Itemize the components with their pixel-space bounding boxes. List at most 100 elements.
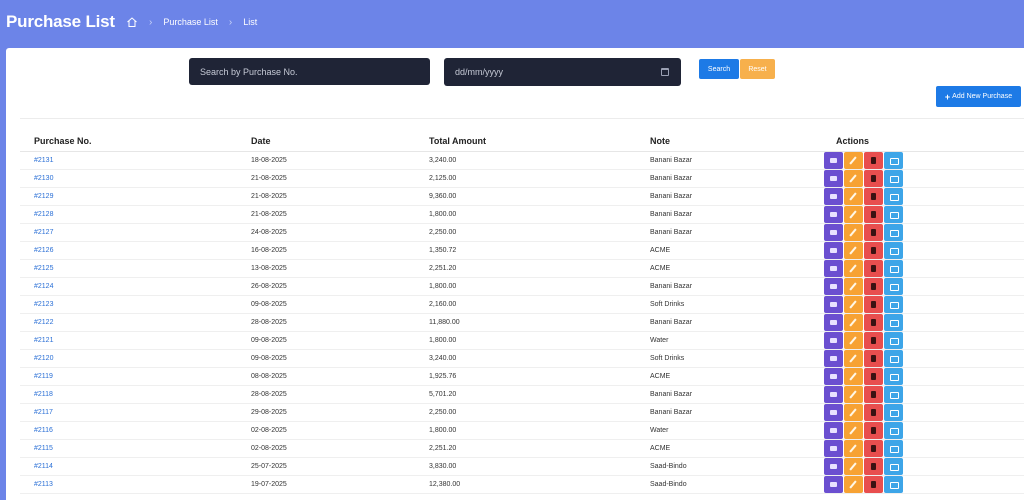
edit-icon[interactable]: [844, 313, 863, 331]
delete-icon[interactable]: [864, 457, 883, 475]
purchase-no-link[interactable]: #2116: [34, 427, 53, 434]
breadcrumb-item-purchase-list[interactable]: Purchase List: [163, 17, 218, 27]
purchase-no-link[interactable]: #2115: [34, 445, 53, 452]
print-icon[interactable]: [884, 421, 903, 439]
edit-icon[interactable]: [844, 277, 863, 295]
edit-icon[interactable]: [844, 169, 863, 187]
delete-icon[interactable]: [864, 169, 883, 187]
purchase-no-link[interactable]: #2130: [34, 175, 53, 182]
print-icon[interactable]: [884, 457, 903, 475]
view-icon[interactable]: [824, 205, 843, 223]
edit-icon[interactable]: [844, 331, 863, 349]
edit-icon[interactable]: [844, 367, 863, 385]
purchase-no-link[interactable]: #2113: [34, 481, 53, 488]
search-input[interactable]: [189, 58, 430, 85]
view-icon[interactable]: [824, 277, 843, 295]
print-icon[interactable]: [884, 439, 903, 457]
purchase-no-link[interactable]: #2122: [34, 319, 53, 326]
view-icon[interactable]: [824, 295, 843, 313]
print-icon[interactable]: [884, 205, 903, 223]
delete-icon[interactable]: [864, 331, 883, 349]
print-icon[interactable]: [884, 277, 903, 295]
print-icon[interactable]: [884, 223, 903, 241]
edit-icon[interactable]: [844, 421, 863, 439]
edit-icon[interactable]: [844, 259, 863, 277]
delete-icon[interactable]: [864, 349, 883, 367]
purchase-no-link[interactable]: #2119: [34, 373, 53, 380]
edit-icon[interactable]: [844, 457, 863, 475]
view-icon[interactable]: [824, 259, 843, 277]
purchase-no-link[interactable]: #2131: [34, 157, 53, 164]
delete-icon[interactable]: [864, 313, 883, 331]
purchase-no-link[interactable]: #2126: [34, 247, 53, 254]
edit-icon[interactable]: [844, 205, 863, 223]
delete-icon[interactable]: [864, 421, 883, 439]
print-icon[interactable]: [884, 187, 903, 205]
view-icon[interactable]: [824, 241, 843, 259]
print-icon[interactable]: [884, 403, 903, 421]
delete-icon[interactable]: [864, 439, 883, 457]
home-icon[interactable]: [126, 16, 138, 28]
purchase-no-link[interactable]: #2117: [34, 409, 53, 416]
delete-icon[interactable]: [864, 187, 883, 205]
print-icon[interactable]: [884, 259, 903, 277]
edit-icon[interactable]: [844, 385, 863, 403]
edit-icon[interactable]: [844, 151, 863, 169]
purchase-no-link[interactable]: #2120: [34, 355, 53, 362]
delete-icon[interactable]: [864, 223, 883, 241]
view-icon[interactable]: [824, 367, 843, 385]
purchase-no-link[interactable]: #2121: [34, 337, 53, 344]
view-icon[interactable]: [824, 151, 843, 169]
delete-icon[interactable]: [864, 277, 883, 295]
purchase-no-link[interactable]: #2125: [34, 265, 53, 272]
print-icon[interactable]: [884, 313, 903, 331]
print-icon[interactable]: [884, 385, 903, 403]
add-new-purchase-button[interactable]: + Add New Purchase: [936, 86, 1021, 107]
edit-icon[interactable]: [844, 349, 863, 367]
delete-icon[interactable]: [864, 241, 883, 259]
delete-icon[interactable]: [864, 205, 883, 223]
purchase-no-link[interactable]: #2129: [34, 193, 53, 200]
view-icon[interactable]: [824, 475, 843, 493]
delete-icon[interactable]: [864, 385, 883, 403]
delete-icon[interactable]: [864, 403, 883, 421]
delete-icon[interactable]: [864, 151, 883, 169]
delete-icon[interactable]: [864, 475, 883, 493]
search-button[interactable]: Search: [699, 59, 739, 79]
purchase-no-link[interactable]: #2128: [34, 211, 53, 218]
calendar-icon[interactable]: [661, 68, 669, 76]
delete-icon[interactable]: [864, 259, 883, 277]
edit-icon[interactable]: [844, 241, 863, 259]
print-icon[interactable]: [884, 331, 903, 349]
purchase-no-link[interactable]: #2124: [34, 283, 53, 290]
view-icon[interactable]: [824, 403, 843, 421]
print-icon[interactable]: [884, 151, 903, 169]
view-icon[interactable]: [824, 421, 843, 439]
print-icon[interactable]: [884, 295, 903, 313]
purchase-no-link[interactable]: #2114: [34, 463, 53, 470]
edit-icon[interactable]: [844, 439, 863, 457]
view-icon[interactable]: [824, 169, 843, 187]
edit-icon[interactable]: [844, 187, 863, 205]
print-icon[interactable]: [884, 349, 903, 367]
date-field[interactable]: dd/mm/yyyy: [444, 58, 681, 86]
edit-icon[interactable]: [844, 295, 863, 313]
view-icon[interactable]: [824, 187, 843, 205]
edit-icon[interactable]: [844, 403, 863, 421]
view-icon[interactable]: [824, 313, 843, 331]
print-icon[interactable]: [884, 169, 903, 187]
delete-icon[interactable]: [864, 367, 883, 385]
view-icon[interactable]: [824, 223, 843, 241]
purchase-no-link[interactable]: #2127: [34, 229, 53, 236]
print-icon[interactable]: [884, 241, 903, 259]
purchase-no-link[interactable]: #2123: [34, 301, 53, 308]
print-icon[interactable]: [884, 367, 903, 385]
view-icon[interactable]: [824, 349, 843, 367]
delete-icon[interactable]: [864, 295, 883, 313]
purchase-no-link[interactable]: #2118: [34, 391, 53, 398]
view-icon[interactable]: [824, 385, 843, 403]
view-icon[interactable]: [824, 439, 843, 457]
edit-icon[interactable]: [844, 475, 863, 493]
view-icon[interactable]: [824, 457, 843, 475]
view-icon[interactable]: [824, 331, 843, 349]
